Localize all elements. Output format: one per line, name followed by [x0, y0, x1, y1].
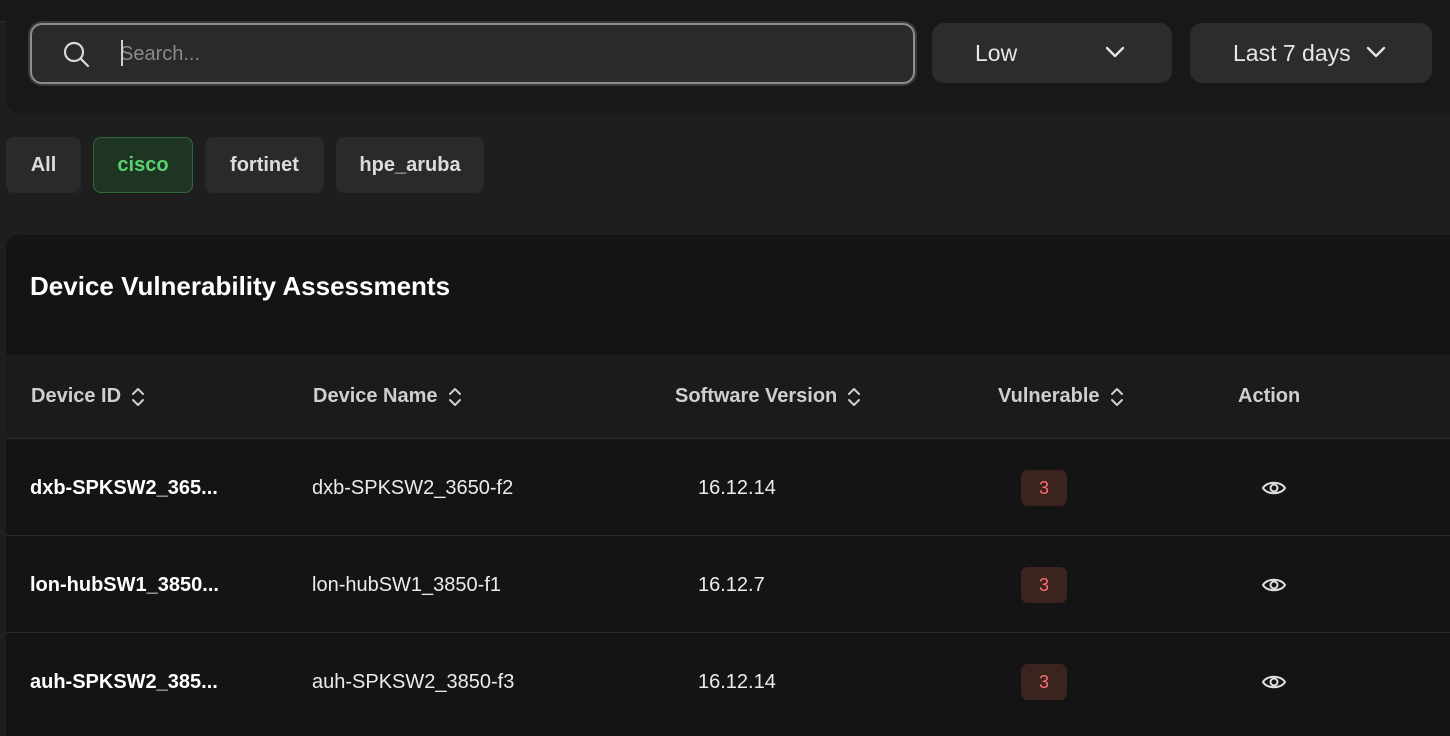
date-range-selected-label: Last 7 days [1233, 40, 1351, 66]
column-header-vulnerable[interactable]: Vulnerable [998, 385, 1124, 408]
table-row[interactable]: auh-SPKSW2_385... auh-SPKSW2_3850-f3 16.… [6, 633, 1450, 730]
software-version-cell: 16.12.14 [698, 671, 776, 693]
card-title: Device Vulnerability Assessments [30, 271, 451, 301]
chevron-down-icon [1105, 46, 1125, 58]
sort-icon[interactable] [448, 387, 462, 407]
device-name-cell: auh-SPKSW2_3850-f3 [312, 671, 515, 693]
search-input[interactable] [120, 37, 880, 71]
column-header-device-name[interactable]: Device Name [313, 385, 462, 408]
vulnerable-count-badge: 3 [1021, 664, 1067, 700]
vulnerability-card: Device Vulnerability Assessments Device … [6, 235, 1450, 736]
device-id-cell: auh-SPKSW2_385... [30, 671, 218, 693]
column-label: Device ID [31, 385, 122, 407]
search-icon [63, 41, 90, 68]
sort-icon[interactable] [847, 387, 861, 407]
column-label: Software Version [675, 385, 838, 407]
device-name-cell: dxb-SPKSW2_3650-f2 [312, 477, 514, 499]
vendor-tab-label: cisco [117, 153, 169, 176]
vendor-tab-label: fortinet [230, 153, 299, 176]
table-header: Device ID Device Name Software Version V… [6, 355, 1450, 439]
table-row[interactable]: lon-hubSW1_3850... lon-hubSW1_3850-f1 16… [6, 536, 1450, 633]
vendor-tab-fortinet[interactable]: fortinet [205, 137, 324, 193]
text-cursor [121, 40, 123, 66]
vulnerable-count-badge: 3 [1021, 567, 1067, 603]
eye-icon[interactable] [1261, 477, 1287, 499]
date-range-dropdown[interactable]: Last 7 days [1190, 23, 1432, 83]
column-header-action: Action [1238, 385, 1300, 408]
vendor-tab-cisco[interactable]: cisco [93, 137, 193, 193]
software-version-cell: 16.12.14 [698, 477, 776, 499]
vendor-tab-label: hpe_aruba [359, 153, 461, 176]
column-label: Vulnerable [998, 385, 1100, 407]
search-box[interactable] [30, 23, 915, 84]
software-version-cell: 16.12.7 [698, 574, 765, 596]
severity-dropdown[interactable]: Low [932, 23, 1172, 83]
column-label: Action [1238, 385, 1301, 407]
device-id-cell: dxb-SPKSW2_365... [30, 477, 218, 499]
eye-icon[interactable] [1261, 574, 1287, 596]
column-header-device-id[interactable]: Device ID [31, 385, 145, 408]
vendor-tab-hpe-aruba[interactable]: hpe_aruba [336, 137, 484, 193]
column-header-software-version[interactable]: Software Version [675, 385, 861, 408]
sort-icon[interactable] [1110, 387, 1124, 407]
eye-icon[interactable] [1261, 671, 1287, 693]
column-label: Device Name [313, 385, 438, 407]
device-name-cell: lon-hubSW1_3850-f1 [312, 574, 502, 596]
chevron-down-icon [1366, 46, 1386, 58]
vendor-tab-label: All [30, 153, 57, 176]
sort-icon[interactable] [131, 387, 145, 407]
table-row[interactable]: dxb-SPKSW2_365... dxb-SPKSW2_3650-f2 16.… [6, 439, 1450, 536]
device-id-cell: lon-hubSW1_3850... [30, 574, 219, 596]
vendor-tab-all[interactable]: All [6, 137, 81, 193]
severity-selected-label: Low [975, 40, 1018, 66]
vulnerable-count-badge: 3 [1021, 470, 1067, 506]
